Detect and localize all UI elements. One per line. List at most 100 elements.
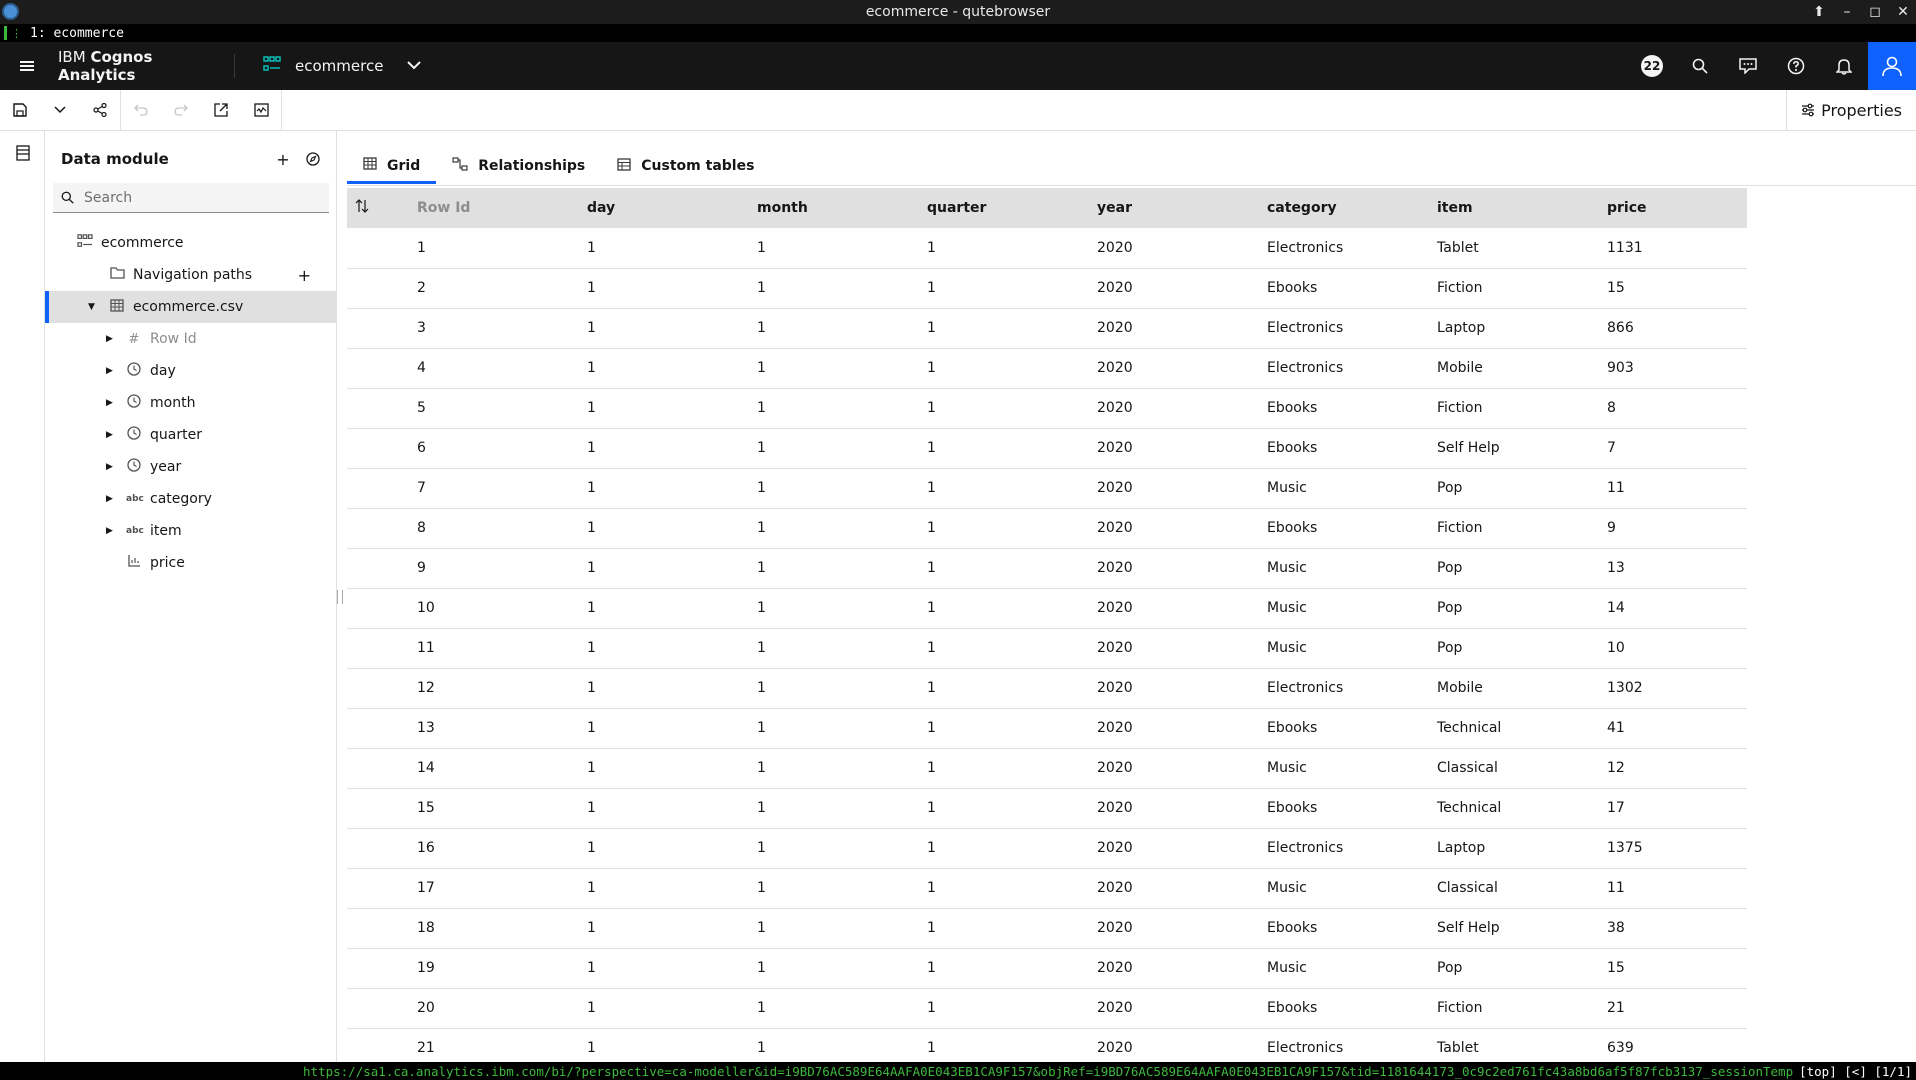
table-cell[interactable]: Music [1243, 948, 1413, 989]
table-cell[interactable]: 1 [903, 388, 1073, 429]
tree-field-quarter[interactable]: ▶ quarter [45, 419, 337, 451]
tab-custom-tables[interactable]: Custom tables [601, 150, 770, 184]
table-cell[interactable]: 3 [393, 308, 563, 349]
tree-item-ecommerce[interactable]: ecommerce [45, 227, 337, 259]
table-row[interactable]: 5 1 1 1 2020 Ebooks Fiction 8 [347, 388, 1747, 429]
table-cell[interactable]: 14 [393, 748, 563, 789]
table-cell[interactable]: 1 [733, 548, 903, 589]
table-cell[interactable]: 1 [733, 588, 903, 629]
table-cell[interactable]: 1 [563, 908, 733, 949]
table-cell[interactable]: 1 [733, 308, 903, 349]
column-header-category[interactable]: category [1243, 188, 1413, 228]
tree-field-row-id[interactable]: ▶ # Row Id [45, 323, 337, 355]
table-cell[interactable]: 1 [903, 868, 1073, 909]
table-cell[interactable]: 1 [733, 948, 903, 989]
table-cell[interactable]: 12 [1583, 748, 1747, 789]
window-minimize-button[interactable]: – [1840, 4, 1854, 20]
table-cell[interactable]: 10 [393, 588, 563, 629]
table-cell[interactable]: Technical [1413, 708, 1583, 749]
table-cell[interactable]: 2020 [1073, 228, 1243, 269]
table-cell[interactable]: Ebooks [1243, 988, 1413, 1029]
caret-right-icon[interactable]: ▶ [106, 494, 118, 504]
table-cell[interactable]: 1 [903, 908, 1073, 949]
table-cell[interactable]: 1 [903, 308, 1073, 349]
table-cell[interactable]: 8 [393, 508, 563, 549]
table-cell[interactable]: 1 [563, 748, 733, 789]
module-switcher[interactable]: ecommerce [263, 56, 422, 76]
table-cell[interactable]: 1 [903, 428, 1073, 469]
search-input[interactable] [82, 188, 312, 207]
table-cell[interactable]: Music [1243, 868, 1413, 909]
sort-button[interactable] [347, 188, 393, 228]
table-cell[interactable]: 1 [903, 348, 1073, 389]
table-row[interactable]: 1 1 1 1 2020 Electronics Tablet 1131 [347, 228, 1747, 269]
table-cell[interactable]: 19 [393, 948, 563, 989]
table-cell[interactable]: Classical [1413, 748, 1583, 789]
panel-resize-handle[interactable] [337, 590, 343, 604]
table-row[interactable]: 10 1 1 1 2020 Music Pop 14 [347, 588, 1747, 629]
table-cell[interactable]: 2020 [1073, 868, 1243, 909]
table-cell[interactable]: 1 [563, 428, 733, 469]
table-cell[interactable]: Electronics [1243, 668, 1413, 709]
column-header-year[interactable]: year [1073, 188, 1243, 228]
table-cell[interactable]: Mobile [1413, 348, 1583, 389]
table-cell[interactable]: 9 [393, 548, 563, 589]
open-external-button[interactable] [201, 90, 241, 130]
table-row[interactable]: 7 1 1 1 2020 Music Pop 11 [347, 468, 1747, 509]
table-cell[interactable]: 1 [563, 508, 733, 549]
table-cell[interactable]: 1 [563, 628, 733, 669]
table-cell[interactable]: 1 [563, 828, 733, 869]
table-cell[interactable]: 903 [1583, 348, 1747, 389]
column-header-day[interactable]: day [563, 188, 733, 228]
user-avatar[interactable] [1868, 42, 1916, 90]
table-cell[interactable]: 2020 [1073, 708, 1243, 749]
table-cell[interactable]: 5 [393, 388, 563, 429]
notification-count-button[interactable]: 22 [1628, 42, 1676, 90]
table-cell[interactable]: 15 [393, 788, 563, 829]
tab-grid[interactable]: Grid [347, 150, 437, 184]
table-cell[interactable]: 1 [733, 428, 903, 469]
table-cell[interactable]: Pop [1413, 948, 1583, 989]
table-cell[interactable]: Self Help [1413, 428, 1583, 469]
table-cell[interactable]: 1 [563, 268, 733, 309]
table-cell[interactable]: 2020 [1073, 668, 1243, 709]
table-cell[interactable]: Music [1243, 588, 1413, 629]
table-cell[interactable]: 866 [1583, 308, 1747, 349]
table-cell[interactable]: 1 [733, 788, 903, 829]
table-cell[interactable]: 7 [1583, 428, 1747, 469]
table-cell[interactable]: 6 [393, 428, 563, 469]
table-cell[interactable]: 8 [1583, 388, 1747, 429]
table-cell[interactable]: 38 [1583, 908, 1747, 949]
table-row[interactable]: 20 1 1 1 2020 Ebooks Fiction 21 [347, 988, 1747, 1029]
table-cell[interactable]: Electronics [1243, 308, 1413, 349]
table-cell[interactable]: Tablet [1413, 228, 1583, 269]
table-cell[interactable]: 2020 [1073, 348, 1243, 389]
table-cell[interactable]: Mobile [1413, 668, 1583, 709]
table-cell[interactable]: 16 [393, 828, 563, 869]
table-row[interactable]: 18 1 1 1 2020 Ebooks Self Help 38 [347, 908, 1747, 949]
table-cell[interactable]: Music [1243, 468, 1413, 509]
table-cell[interactable]: Ebooks [1243, 388, 1413, 429]
save-button[interactable] [0, 90, 40, 130]
table-cell[interactable]: 17 [1583, 788, 1747, 829]
table-cell[interactable]: 1 [903, 948, 1073, 989]
table-cell[interactable]: Ebooks [1243, 428, 1413, 469]
table-row[interactable]: 11 1 1 1 2020 Music Pop 10 [347, 628, 1747, 669]
table-cell[interactable]: 17 [393, 868, 563, 909]
table-row[interactable]: 3 1 1 1 2020 Electronics Laptop 866 [347, 308, 1747, 349]
table-cell[interactable]: Pop [1413, 468, 1583, 509]
table-cell[interactable]: 7 [393, 468, 563, 509]
table-row[interactable]: 15 1 1 1 2020 Ebooks Technical 17 [347, 788, 1747, 829]
table-cell[interactable]: 1 [733, 668, 903, 709]
table-cell[interactable]: Fiction [1413, 508, 1583, 549]
table-cell[interactable]: 1 [563, 468, 733, 509]
table-cell[interactable]: 1 [733, 988, 903, 1029]
caret-right-icon[interactable]: ▶ [106, 526, 118, 536]
table-cell[interactable]: Ebooks [1243, 508, 1413, 549]
tree-field-month[interactable]: ▶ month [45, 387, 337, 419]
table-cell[interactable]: 12 [393, 668, 563, 709]
table-cell[interactable]: Pop [1413, 628, 1583, 669]
table-cell[interactable]: 13 [393, 708, 563, 749]
table-row[interactable]: 9 1 1 1 2020 Music Pop 13 [347, 548, 1747, 589]
table-cell[interactable]: Ebooks [1243, 268, 1413, 309]
